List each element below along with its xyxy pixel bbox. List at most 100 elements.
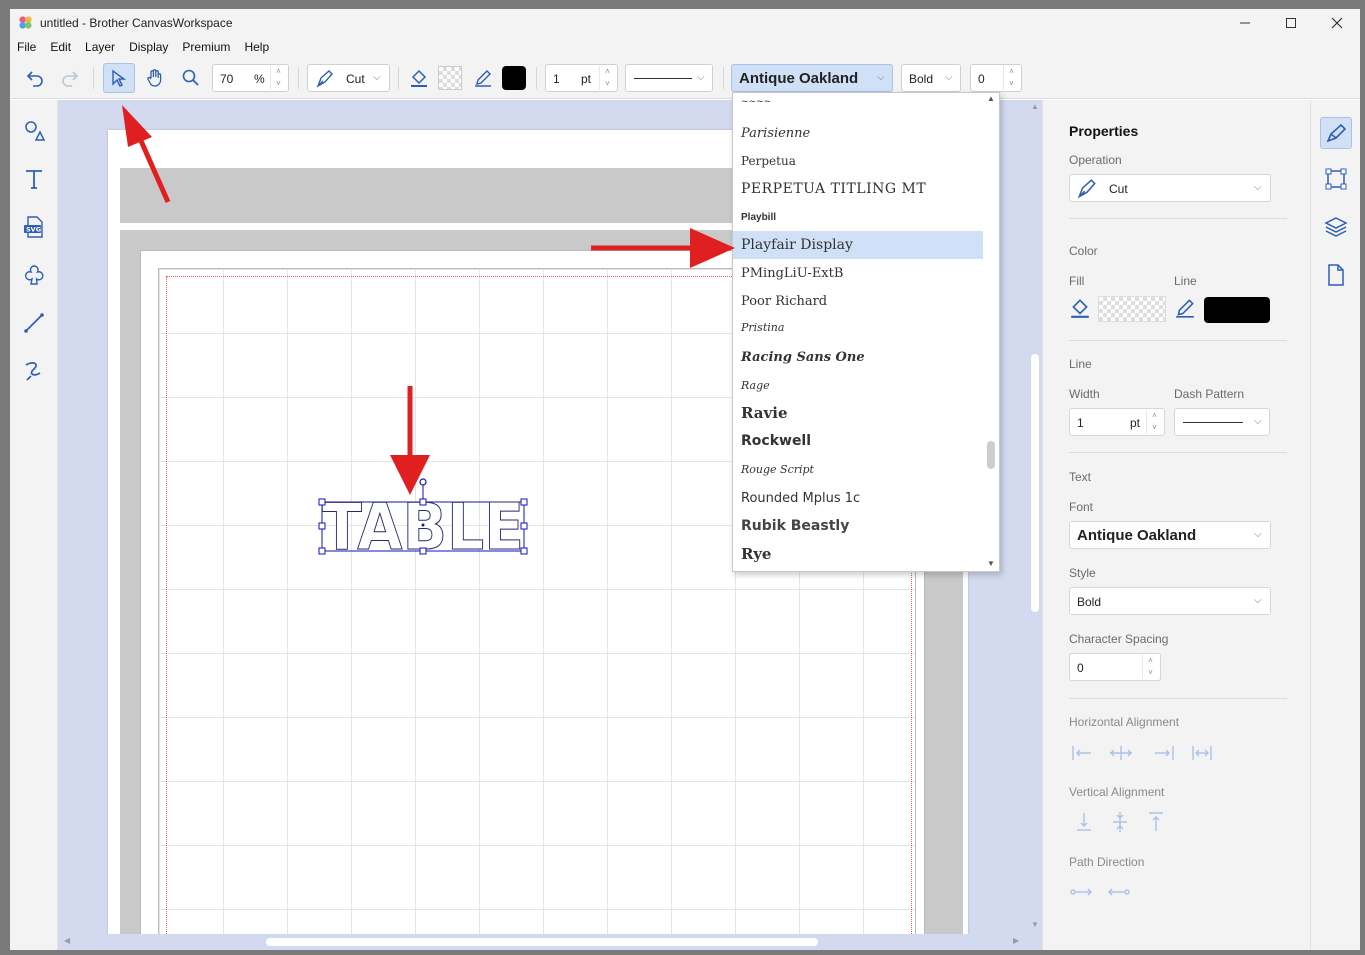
- layers-tab-button[interactable]: [1324, 215, 1350, 241]
- properties-dash-select[interactable]: ⌵: [1174, 408, 1270, 436]
- font-option[interactable]: Rage: [733, 371, 983, 399]
- text-section-label: Text: [1069, 470, 1092, 484]
- pen-icon[interactable]: [1174, 297, 1196, 319]
- menu-premium[interactable]: Premium: [175, 37, 237, 57]
- properties-tab-button[interactable]: [1320, 117, 1352, 149]
- brush-icon: [1326, 123, 1347, 143]
- align-middle-icon: [1113, 812, 1127, 832]
- operation-select[interactable]: Cut ⌵: [307, 64, 390, 92]
- zoom-stepper[interactable]: ˄ ˅: [270, 66, 286, 90]
- font-option[interactable]: PERPETUA TITLING MT: [733, 175, 983, 203]
- fill-bucket-icon[interactable]: [1069, 297, 1091, 319]
- select-tool-button[interactable]: [103, 63, 135, 93]
- align-justify-icon: [1192, 746, 1212, 760]
- chevron-down-icon: ⌵: [877, 72, 885, 83]
- list-scroll-up-icon[interactable]: ▲: [987, 94, 995, 103]
- zoom-field[interactable]: 70 % ˄ ˅: [212, 64, 289, 92]
- line-width-stepper[interactable]: ˄ ˅: [599, 66, 615, 90]
- text-icon: [26, 170, 42, 189]
- scroll-up-icon[interactable]: ▲: [1031, 102, 1039, 111]
- font-option[interactable]: Rounded Mplus 1c: [733, 484, 983, 512]
- vertical-scroll-thumb[interactable]: [1031, 354, 1039, 612]
- properties-width-field[interactable]: 1 pt ˄ ˅: [1069, 408, 1165, 436]
- text-object-selection[interactable]: TABLE: [316, 470, 546, 560]
- fill-bucket-icon: [411, 69, 427, 87]
- font-option[interactable]: Perpetua: [733, 147, 983, 175]
- properties-width-stepper[interactable]: ˄ ˅: [1146, 410, 1162, 434]
- font-option-selected[interactable]: Playfair Display: [733, 231, 983, 259]
- text-tool-button[interactable]: [20, 165, 48, 193]
- path-reverse-icon: [1108, 888, 1130, 896]
- path-forward-icon: [1070, 888, 1092, 896]
- menu-layer[interactable]: Layer: [78, 37, 122, 57]
- patterns-tool-button[interactable]: [20, 261, 48, 289]
- right-rail: [1310, 100, 1360, 950]
- redo-button[interactable]: [55, 63, 85, 93]
- font-value: Antique Oakland: [739, 70, 859, 87]
- dash-pattern-select[interactable]: ⌵: [625, 64, 713, 92]
- font-select[interactable]: Antique Oakland ⌵: [731, 64, 893, 92]
- freehand-tool-button[interactable]: [20, 357, 48, 385]
- app-logo-icon: [19, 16, 32, 29]
- transform-icon: [1325, 168, 1347, 190]
- menu-display[interactable]: Display: [122, 37, 175, 57]
- line-color-swatch[interactable]: [1204, 297, 1270, 323]
- line-color-swatch[interactable]: [501, 63, 527, 93]
- list-scroll-thumb[interactable]: [987, 441, 995, 469]
- horizontal-scrollbar[interactable]: ◀ ▶: [58, 934, 1028, 950]
- properties-style-select[interactable]: Bold ⌵: [1069, 587, 1271, 615]
- properties-spacing-field[interactable]: 0 ˄ ˅: [1069, 653, 1161, 681]
- line-tool-button[interactable]: [471, 63, 495, 93]
- menu-edit[interactable]: Edit: [43, 37, 78, 57]
- font-option[interactable]: Pristina: [733, 313, 983, 341]
- spacing-value: 0: [978, 72, 985, 86]
- font-option[interactable]: Rouge Script: [733, 455, 983, 483]
- scroll-left-icon[interactable]: ◀: [64, 936, 70, 945]
- menu-help[interactable]: Help: [237, 37, 276, 57]
- font-dropdown-list[interactable]: ~~~~ Parisienne Perpetua PERPETUA TITLIN…: [732, 92, 1000, 572]
- spacing-field[interactable]: 0 ˄ ˅: [970, 64, 1022, 92]
- line-icon: [24, 313, 44, 333]
- font-option[interactable]: Playbill: [733, 203, 983, 231]
- magnifier-icon: [182, 69, 199, 86]
- page-tab-button[interactable]: [1324, 263, 1350, 289]
- properties-spacing-stepper[interactable]: ˄ ˅: [1142, 655, 1158, 679]
- list-scroll-down-icon[interactable]: ▼: [987, 559, 995, 568]
- close-button[interactable]: [1314, 9, 1360, 37]
- transform-tab-button[interactable]: [1324, 167, 1350, 193]
- pan-tool-button[interactable]: [140, 63, 170, 93]
- fill-color-swatch[interactable]: [437, 63, 463, 93]
- zoom-tool-button[interactable]: [176, 63, 206, 93]
- svg-import-button[interactable]: SVG: [20, 213, 48, 241]
- undo-button[interactable]: [20, 63, 50, 93]
- style-select[interactable]: Bold ⌵: [901, 64, 961, 92]
- properties-font-select[interactable]: Antique Oakland ⌵: [1069, 521, 1271, 549]
- maximize-button[interactable]: [1268, 9, 1314, 37]
- minimize-button[interactable]: [1222, 9, 1268, 37]
- line-draw-tool-button[interactable]: [20, 309, 48, 337]
- menu-file[interactable]: File: [10, 37, 43, 57]
- spacing-stepper[interactable]: ˄ ˅: [1003, 66, 1019, 90]
- horizontal-scroll-thumb[interactable]: [266, 938, 818, 946]
- fill-tool-button[interactable]: [407, 63, 431, 93]
- scroll-down-icon[interactable]: ▼: [1031, 920, 1039, 929]
- font-option[interactable]: Parisienne: [733, 119, 983, 147]
- font-option[interactable]: Rubik Beastly: [733, 512, 983, 540]
- line-width-field[interactable]: 1 pt ˄ ˅: [545, 64, 618, 92]
- svg-text:SVG: SVG: [26, 226, 41, 234]
- scroll-right-icon[interactable]: ▶: [1013, 936, 1019, 945]
- font-option[interactable]: Rockwell: [733, 427, 983, 455]
- properties-operation-select[interactable]: Cut ⌵: [1069, 174, 1271, 202]
- font-option[interactable]: Rye: [733, 540, 983, 568]
- operation-value: Cut: [346, 72, 365, 86]
- font-option[interactable]: Poor Richard: [733, 287, 983, 315]
- font-option[interactable]: PMingLiU-ExtB: [733, 259, 983, 287]
- shapes-tool-button[interactable]: [20, 117, 48, 145]
- vertical-scrollbar[interactable]: ▲ ▼: [1028, 100, 1042, 950]
- halign-buttons: [1072, 746, 1212, 760]
- zoom-unit: %: [254, 72, 265, 86]
- font-option[interactable]: Racing Sans One: [733, 343, 983, 371]
- fill-color-swatch[interactable]: [1098, 296, 1166, 322]
- font-option[interactable]: Ravie: [733, 399, 983, 427]
- club-icon: [24, 265, 44, 285]
